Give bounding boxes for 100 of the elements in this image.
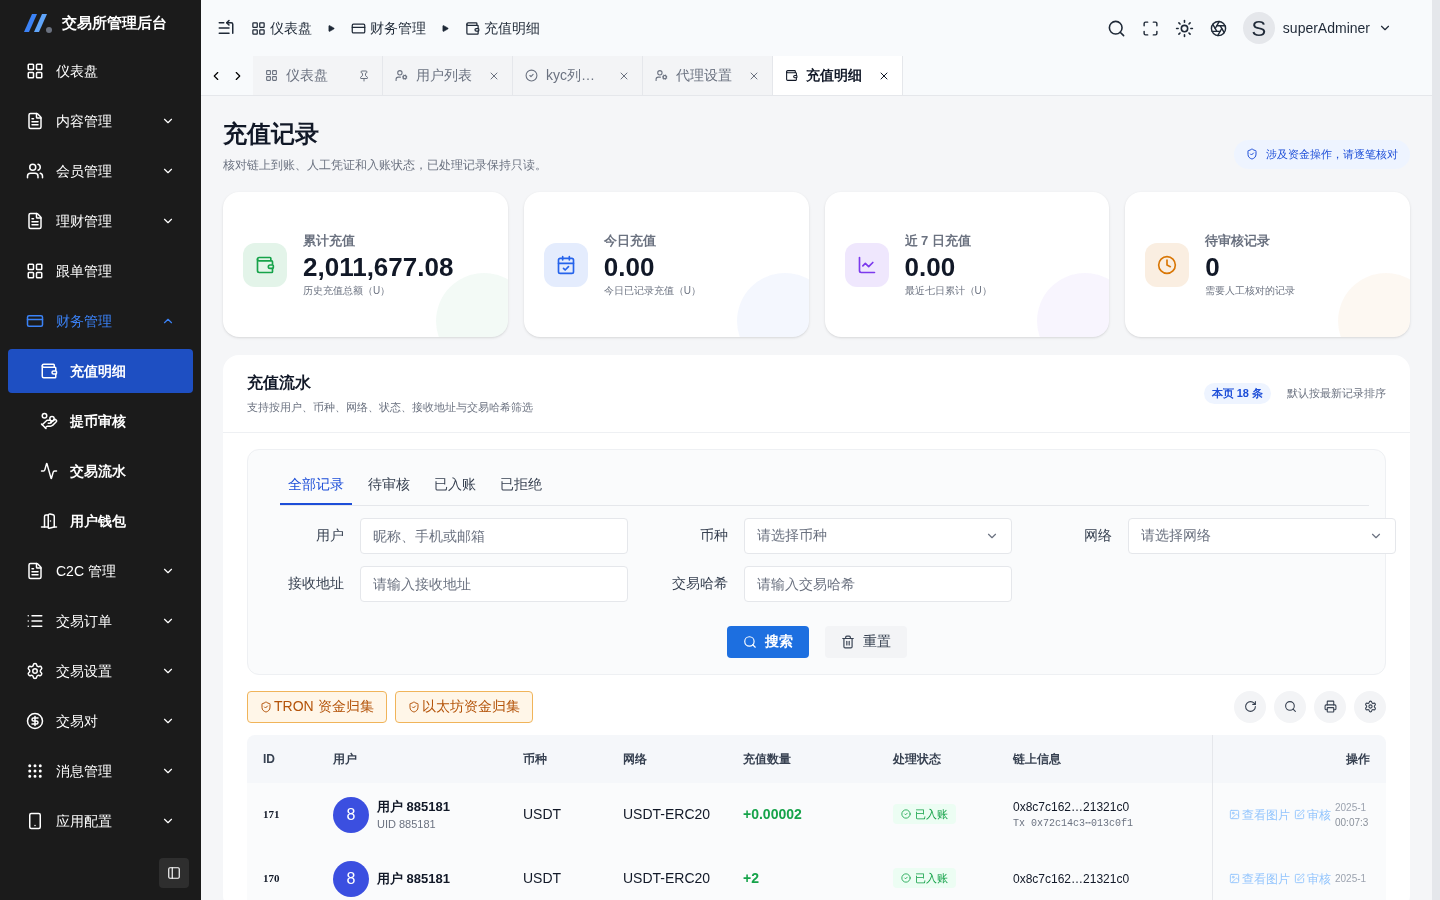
pin-icon[interactable] <box>358 69 370 82</box>
fullscreen-icon[interactable] <box>1141 19 1159 37</box>
sidebar-item[interactable]: 会员管理 <box>0 146 201 196</box>
collect-button[interactable]: 以太坊资金归集 <box>394 690 533 723</box>
refresh-icon <box>1243 700 1257 713</box>
collapse-button[interactable] <box>159 858 189 888</box>
sort-note: 默认按最新记录排序 <box>1287 386 1386 401</box>
column-header: ID <box>262 750 276 768</box>
sidebar-subitem[interactable]: 充值明细 <box>8 349 193 393</box>
filter-label: 网络 <box>1083 526 1112 545</box>
filter-tab[interactable]: 待审核 <box>360 465 418 505</box>
shield-icon <box>407 700 420 713</box>
edit-icon <box>1294 809 1305 820</box>
column-header: 处理状态 <box>892 750 942 768</box>
sidebar-item[interactable]: 仪表盘 <box>0 46 201 96</box>
panel-icon <box>167 866 181 880</box>
document-icon <box>26 212 44 230</box>
image-icon <box>1229 873 1240 884</box>
refresh-button[interactable] <box>1234 690 1266 723</box>
input-field[interactable]: 请输入接收地址 <box>360 565 628 602</box>
tab[interactable]: 用户列表 <box>383 56 513 95</box>
sidebar-item[interactable]: 应用配置 <box>0 796 201 846</box>
filter-label: 接收地址 <box>287 574 344 593</box>
breadcrumb-item[interactable]: 充值明细 <box>484 17 540 39</box>
avatar[interactable]: S <box>1242 12 1275 44</box>
table-cell-text: USDT <box>522 869 563 888</box>
filter-tab[interactable]: 已拒绝 <box>492 465 550 505</box>
reset-button[interactable]: 重置 <box>824 625 907 658</box>
sidebar-item[interactable]: 跟单管理 <box>0 246 201 296</box>
breadcrumb-item[interactable]: 仪表盘 <box>270 17 312 39</box>
activity-icon <box>40 462 58 480</box>
column-header: 网络 <box>622 750 648 768</box>
wallet-icon <box>785 69 798 82</box>
sun-icon[interactable] <box>1174 18 1194 38</box>
printer-icon <box>1323 700 1337 713</box>
shield-icon <box>1246 148 1258 161</box>
search-button[interactable]: 搜索 <box>726 625 809 658</box>
input-field[interactable]: 昵称、手机或邮箱 <box>360 517 628 554</box>
stat-value: 0 <box>1205 250 1221 283</box>
sidebar-item[interactable]: 交易设置 <box>0 646 201 696</box>
menu-icon[interactable] <box>217 19 235 37</box>
address-text: 0x8c7c162…21321c0 <box>1013 799 1131 816</box>
sidebar-item[interactable]: 交易对 <box>0 696 201 746</box>
notice-text: 涉及资金操作，请逐笔核对 <box>1266 147 1398 162</box>
stat-label: 待审核记录 <box>1205 232 1272 250</box>
address-text: 0x8c7c162…21321c0 <box>1013 870 1131 888</box>
tab[interactable]: 充值明细 <box>773 56 903 95</box>
card-icon <box>26 312 44 330</box>
status-badge: 已入账 <box>893 867 956 889</box>
print-button[interactable] <box>1314 690 1346 723</box>
shield-icon <box>260 700 272 713</box>
sidebar-item[interactable]: 交易订单 <box>0 596 201 646</box>
user-name: 用户 885181 <box>377 797 450 816</box>
column-header: 币种 <box>522 750 548 768</box>
avatar: 8 <box>333 860 369 897</box>
stat-caption: 最近七日累计（U） <box>904 284 992 298</box>
tab[interactable]: 代理设置 <box>643 56 773 95</box>
wallet-icon <box>465 20 480 36</box>
dots-icon <box>26 762 44 780</box>
search-icon <box>1283 700 1297 713</box>
sidebar-subitem[interactable]: 用户钱包 <box>8 499 193 543</box>
collect-button[interactable]: TRON 资金归集 <box>247 690 387 723</box>
stat-caption: 今日已记录充值（U） <box>603 284 701 298</box>
wallet-icon <box>40 362 58 380</box>
sidebar-subitem[interactable]: 交易流水 <box>8 449 193 493</box>
image-icon <box>1229 809 1240 820</box>
time-text: 00:07:3 <box>1335 815 1369 830</box>
grid-icon <box>26 262 44 280</box>
filter-label: 用户 <box>315 526 344 545</box>
breadcrumb-item[interactable]: 财务管理 <box>370 17 426 39</box>
sidebar-item[interactable]: 消息管理 <box>0 746 201 796</box>
search-button[interactable] <box>1274 690 1306 723</box>
page-subtitle: 核对链上到账、人工凭证和入账状态，已处理记录保持只读。 <box>223 157 548 174</box>
tab[interactable]: 仪表盘 <box>253 56 383 95</box>
select-field[interactable]: 请选择网络 <box>1128 517 1396 554</box>
grid-icon <box>26 62 44 80</box>
table-cell-text: USDT <box>522 805 563 824</box>
phone-icon <box>26 812 44 830</box>
table-cell-text: 171 <box>262 807 281 823</box>
select-field[interactable]: 请选择币种 <box>744 517 1012 554</box>
sidebar-item[interactable]: 内容管理 <box>0 96 201 146</box>
tab[interactable]: kyc列… <box>513 56 643 95</box>
input-field[interactable]: 请输入交易哈希 <box>744 565 1012 602</box>
user-name[interactable]: superAdminer <box>1282 17 1370 39</box>
filter-tab[interactable]: 全部记录 <box>280 465 352 505</box>
brand-title: 交易所管理后台 <box>62 12 167 33</box>
sidebar-item[interactable]: 理财管理 <box>0 196 201 246</box>
list-icon <box>26 612 44 630</box>
card-icon <box>351 20 366 36</box>
stat-value: 0.00 <box>904 250 957 283</box>
sidebar-item[interactable]: C2C 管理 <box>0 546 201 596</box>
edit-icon <box>1294 873 1305 884</box>
settings-button[interactable] <box>1354 690 1386 723</box>
time-text: 2025-1 <box>1335 800 1368 815</box>
sidebar-subitem[interactable]: 提币审核 <box>8 399 193 443</box>
search-icon[interactable] <box>1106 18 1126 38</box>
trash-icon <box>840 634 855 649</box>
sidebar-item[interactable]: 财务管理 <box>0 296 201 346</box>
filter-tab[interactable]: 已入账 <box>426 465 484 505</box>
users-icon <box>26 162 44 180</box>
